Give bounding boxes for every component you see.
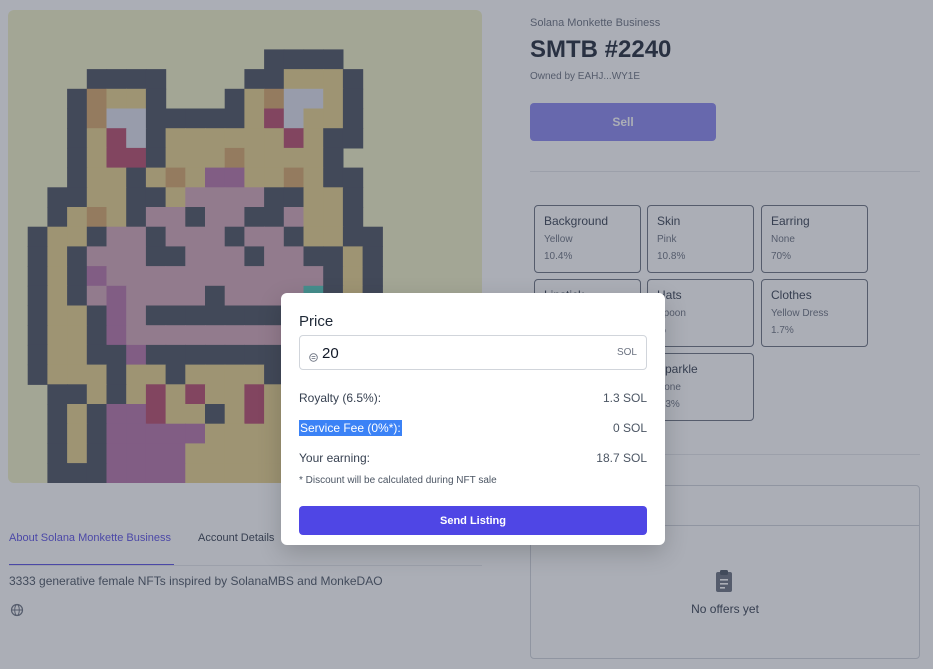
sol-icon [309,349,318,367]
earning-value: 18.7 SOL [596,451,647,465]
service-fee-row: Service Fee (0%*): 0 SOL [299,420,647,436]
royalty-label: Royalty (6.5%): [299,391,382,405]
price-input[interactable] [322,342,582,364]
service-fee-label: Service Fee (0%*): [299,420,402,436]
listing-modal: Price SOL Royalty (6.5%): 1.3 SOL Servic… [281,293,665,545]
price-unit: SOL [616,347,637,358]
price-field[interactable]: SOL [299,335,647,370]
royalty-row: Royalty (6.5%): 1.3 SOL [299,391,647,405]
send-listing-button[interactable]: Send Listing [299,506,647,535]
royalty-value: 1.3 SOL [602,391,647,405]
price-label: Price [299,313,334,330]
earning-row: Your earning: 18.7 SOL [299,451,647,465]
service-fee-value: 0 SOL [612,421,647,435]
earning-label: Your earning: [299,451,370,465]
discount-note: * Discount will be calculated during NFT… [299,475,497,486]
